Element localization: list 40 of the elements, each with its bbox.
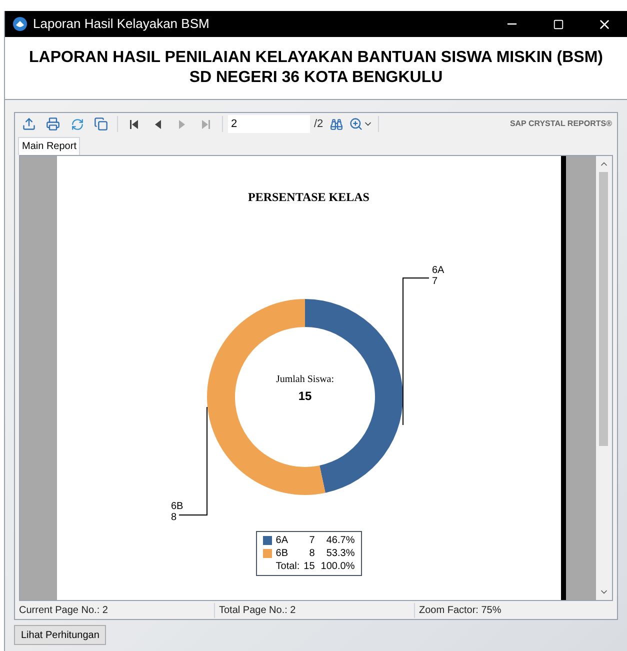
print-icon bbox=[46, 117, 60, 131]
legend-count: 7 bbox=[308, 534, 316, 547]
header-subtitle: SD NEGERI 36 KOTA BENGKULU bbox=[189, 68, 443, 88]
center-label: Jumlah Siswa: bbox=[276, 374, 334, 385]
first-page-icon bbox=[130, 120, 138, 128]
last-page-icon bbox=[202, 120, 210, 128]
next-page-icon bbox=[179, 120, 185, 128]
previous-page-icon bbox=[155, 120, 161, 128]
legend-count: 8 bbox=[308, 547, 316, 560]
center-value: 15 bbox=[298, 389, 312, 403]
status-text: Current Page No.: 2 bbox=[15, 602, 215, 618]
data-value: 8 bbox=[170, 512, 176, 523]
data-label: 6B bbox=[170, 501, 183, 512]
header-title: LAPORAN HASIL PENILAIAN KELAYAKAN BANTUAN SISWA MISKIN (BSM) bbox=[29, 48, 603, 68]
export-icon bbox=[22, 117, 36, 131]
data-value: 7 bbox=[432, 276, 438, 287]
zoom-button[interactable] bbox=[349, 117, 374, 131]
legend-total-label: Total: bbox=[276, 560, 301, 573]
copy-icon bbox=[94, 117, 108, 131]
logo-icon bbox=[13, 17, 27, 31]
legend-label: 6A bbox=[276, 534, 289, 547]
window-title: Laporan Hasil Kelayakan BSM bbox=[33, 15, 210, 34]
legend-total-count: 15 bbox=[304, 560, 316, 573]
brand-text: SAP CRYSTAL REPORTS® bbox=[510, 118, 613, 130]
chart-title: PERSENTASE KELAS bbox=[248, 189, 370, 206]
zoom-icon bbox=[349, 117, 364, 131]
status-text: Total Page No.: 2 bbox=[215, 602, 415, 618]
binoculars-icon bbox=[330, 118, 343, 130]
page-number-field[interactable]: 2 bbox=[228, 115, 310, 133]
legend-label: 6B bbox=[276, 547, 289, 560]
maximize-icon bbox=[552, 18, 564, 30]
legend-total-percent: 100.0% bbox=[320, 560, 355, 573]
report-tab[interactable]: Main Report bbox=[18, 137, 80, 155]
legend-percent: 53.3% bbox=[325, 547, 355, 560]
refresh-icon bbox=[70, 118, 84, 130]
page-total: /2 bbox=[314, 116, 324, 132]
status-text: Zoom Factor: 75% bbox=[418, 604, 502, 618]
data-label: 6A bbox=[432, 265, 444, 276]
legend-percent: 46.7% bbox=[325, 534, 355, 547]
calculation-button[interactable]: Lihat Perhitungan bbox=[14, 625, 106, 645]
